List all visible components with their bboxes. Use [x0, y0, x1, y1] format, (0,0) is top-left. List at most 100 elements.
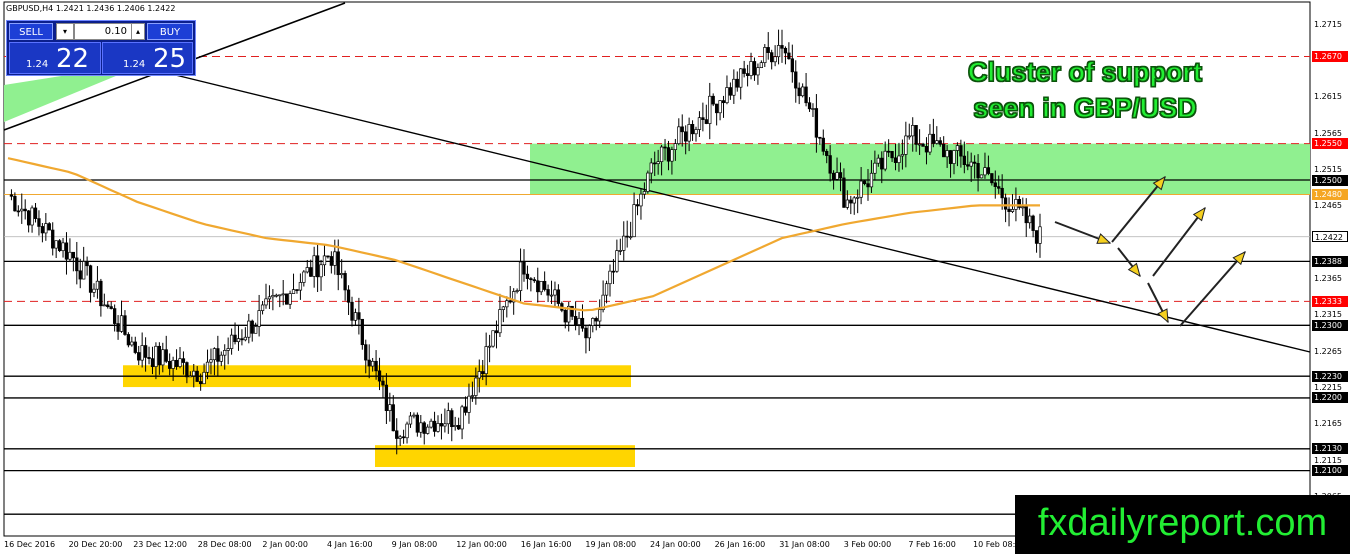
candle-body [505, 300, 509, 308]
time-tick-label: 3 Feb 00:00 [843, 540, 892, 549]
candle-body [694, 129, 698, 135]
candle-body [212, 348, 217, 361]
price-level-flag: 1.2670 [1312, 50, 1348, 62]
candle-body [377, 370, 382, 382]
candle-body [598, 309, 602, 322]
candle-body [811, 108, 815, 110]
candle-body [198, 381, 203, 385]
time-tick-label: 16 Dec 2016 [4, 540, 56, 549]
candle-body [945, 150, 949, 158]
candle-body [842, 177, 846, 208]
candle-body [972, 161, 977, 164]
candle-body [54, 240, 58, 249]
annotation-line-1: Cluster of support [967, 56, 1202, 87]
candle-body [515, 290, 519, 292]
candle-body [9, 194, 14, 197]
time-tick-label: 24 Jan 00:00 [650, 540, 701, 549]
candle-body [539, 280, 543, 293]
candle-body [876, 157, 880, 164]
candle-body [487, 345, 492, 348]
candle-body [250, 320, 254, 334]
candle-body [914, 125, 918, 145]
candle-body [436, 423, 440, 432]
candle-body [704, 119, 708, 124]
candle-body [632, 204, 636, 238]
candle-body [188, 375, 192, 378]
candle-body [856, 196, 860, 199]
candle-body [119, 315, 124, 332]
candle-body [680, 126, 684, 133]
candle-body [883, 150, 887, 170]
candle-body [470, 395, 475, 397]
candle-body [625, 235, 629, 238]
candle-body [236, 338, 241, 343]
candle-body [532, 279, 536, 282]
price-level-flag: 1.2100 [1312, 465, 1348, 477]
candle-body [522, 261, 526, 275]
candle-body [742, 68, 746, 74]
time-tick-label: 16 Jan 16:00 [520, 540, 572, 549]
candle-body [587, 325, 592, 339]
candle-body [192, 370, 196, 377]
candle-body [838, 172, 843, 179]
candle-body [773, 56, 777, 63]
candle-body [907, 135, 911, 138]
candle-body [821, 137, 825, 152]
candle-body [708, 95, 712, 124]
chart-annotation: Cluster of support seen in GBP/USD [940, 54, 1230, 126]
buy-quote[interactable]: 1.24 25 [102, 42, 193, 74]
candle-body [948, 150, 953, 164]
brand-text: fxdailyreport.com [1037, 502, 1328, 544]
candle-body [921, 143, 925, 147]
candle-body [525, 273, 530, 279]
chart-window[interactable]: GBPUSD,H4 1.2421 1.2436 1.2406 1.2422 SE… [0, 0, 1350, 554]
candle-body [71, 251, 76, 259]
price-level-flag: 1.2200 [1312, 392, 1348, 404]
candle-body [281, 293, 285, 296]
candle-body [862, 180, 867, 185]
price-level-flag: 1.2230 [1312, 370, 1348, 382]
candle-body [164, 349, 168, 362]
candle-body [278, 294, 282, 297]
candle-body [831, 172, 836, 180]
candle-body [360, 318, 364, 346]
candle-body [646, 172, 650, 192]
candle-body [408, 415, 413, 425]
candle-body [828, 155, 832, 174]
candle-body [353, 312, 358, 321]
sell-quote[interactable]: 1.24 22 [9, 42, 101, 74]
candle-body [536, 280, 540, 293]
candle-body [130, 341, 134, 346]
price-tick-label: 1.2515 [1314, 165, 1342, 175]
candle-body [288, 293, 292, 305]
candle-body [223, 350, 227, 356]
candle-body [254, 326, 258, 334]
lot-dropdown-icon[interactable]: ▾ [56, 23, 74, 40]
candle-body [573, 316, 578, 325]
price-level-flag: 1.2500 [1312, 174, 1348, 186]
annotation-line-2: seen in GBP/USD [973, 92, 1198, 123]
price-tick-label: 1.2465 [1314, 201, 1342, 211]
candle-body [835, 172, 839, 180]
candle-body [295, 289, 299, 291]
candle-body [209, 359, 213, 363]
price-level-flag: 1.2422 [1312, 231, 1348, 243]
candle-body [735, 78, 739, 88]
candle-body [391, 404, 395, 432]
price-level-flag: 1.2480 [1312, 189, 1348, 201]
candle-body [1031, 215, 1035, 231]
lot-size-input[interactable]: 0.10 [74, 23, 132, 40]
lot-up-icon[interactable]: ▴ [131, 23, 145, 40]
candle-body [983, 167, 987, 176]
candle-body [787, 52, 791, 60]
price-tick-label: 1.2365 [1314, 274, 1342, 284]
candle-body [346, 289, 351, 303]
candle-body [315, 255, 320, 278]
candle-body [770, 52, 774, 63]
sell-button[interactable]: SELL [9, 23, 53, 40]
candle-body [95, 280, 100, 290]
candle-body [663, 146, 667, 149]
buy-button[interactable]: BUY [147, 23, 193, 40]
candle-body [917, 143, 922, 146]
candle-body [783, 47, 788, 54]
